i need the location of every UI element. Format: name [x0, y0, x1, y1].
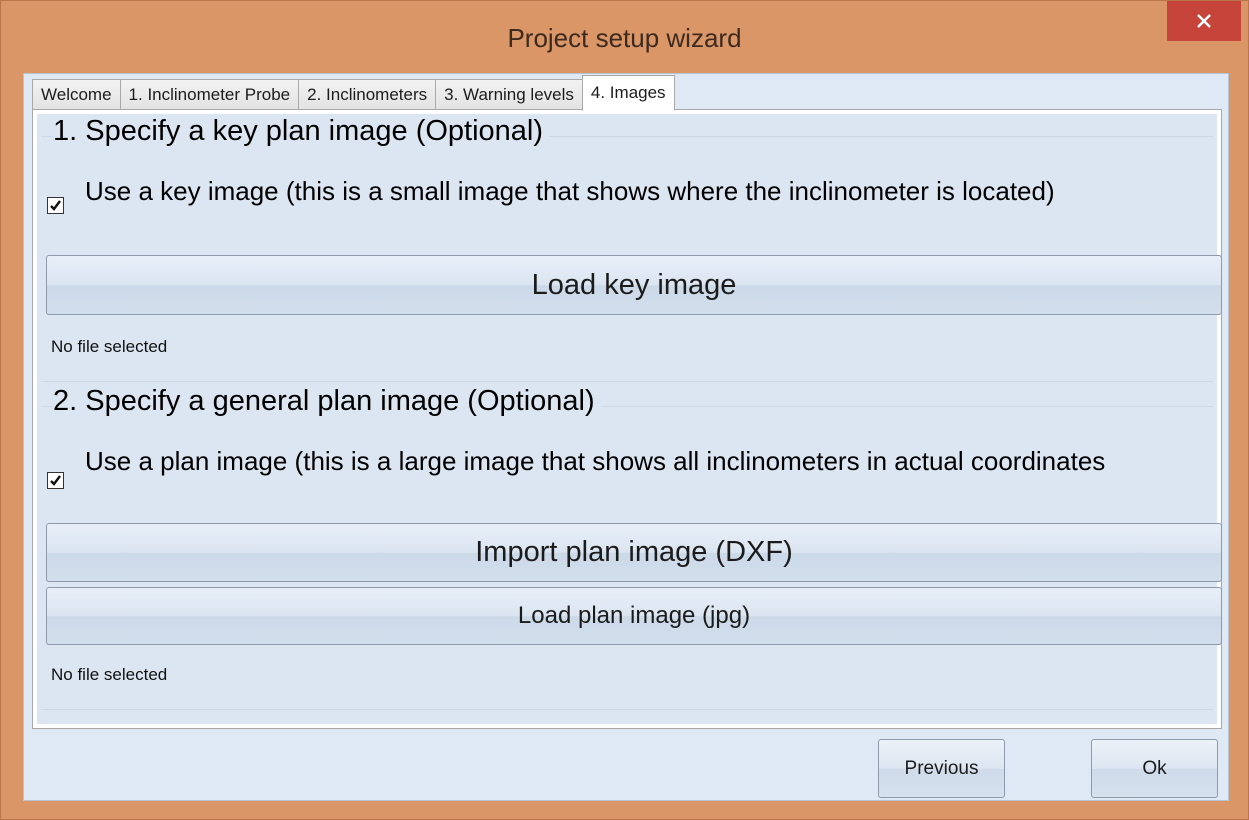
import-plan-dxf-button[interactable]: Import plan image (DXF) — [46, 523, 1222, 582]
previous-button[interactable]: Previous — [878, 739, 1005, 798]
load-plan-jpg-button[interactable]: Load plan image (jpg) — [46, 587, 1222, 645]
wizard-window: Project setup wizard Welcome 1. Inclinom… — [0, 0, 1249, 820]
close-icon — [1197, 14, 1211, 28]
plan-image-status: No file selected — [51, 665, 168, 684]
checkmark-icon — [50, 200, 61, 211]
use-plan-image-label: Use a plan image (this is a large image … — [85, 446, 1106, 476]
use-key-image-label: Use a key image (this is a small image t… — [85, 176, 1055, 206]
panel-content: 1. Specify a key plan image (Optional) U… — [37, 114, 1222, 724]
load-key-image-button[interactable]: Load key image — [46, 255, 1222, 315]
key-image-status: No file selected — [51, 337, 168, 356]
tab-warning-levels[interactable]: 3. Warning levels — [435, 79, 583, 109]
close-button[interactable] — [1167, 1, 1241, 41]
general-plan-title: 2. Specify a general plan image (Optiona… — [53, 385, 601, 418]
tab-inclinometers[interactable]: 2. Inclinometers — [298, 79, 437, 109]
ok-button[interactable]: Ok — [1091, 739, 1218, 798]
images-tab-panel: 1. Specify a key plan image (Optional) U… — [32, 109, 1222, 729]
key-plan-group: 1. Specify a key plan image (Optional) U… — [41, 115, 1222, 382]
tab-inclinometer-probe[interactable]: 1. Inclinometer Probe — [119, 79, 300, 109]
title-bar[interactable]: Project setup wizard — [1, 1, 1248, 73]
client-area: Welcome 1. Inclinometer Probe 2. Inclino… — [23, 73, 1229, 801]
use-key-image-checkbox[interactable] — [47, 197, 64, 214]
tab-images[interactable]: 4. Images — [581, 75, 675, 111]
checkmark-icon — [50, 475, 61, 486]
tab-welcome[interactable]: Welcome — [32, 79, 121, 109]
use-plan-image-checkbox[interactable] — [47, 472, 64, 489]
general-plan-group: 2. Specify a general plan image (Optiona… — [41, 385, 1222, 710]
window-title: Project setup wizard — [507, 23, 742, 53]
key-plan-title: 1. Specify a key plan image (Optional) — [53, 115, 550, 148]
tab-strip: Welcome 1. Inclinometer Probe 2. Inclino… — [32, 75, 675, 111]
